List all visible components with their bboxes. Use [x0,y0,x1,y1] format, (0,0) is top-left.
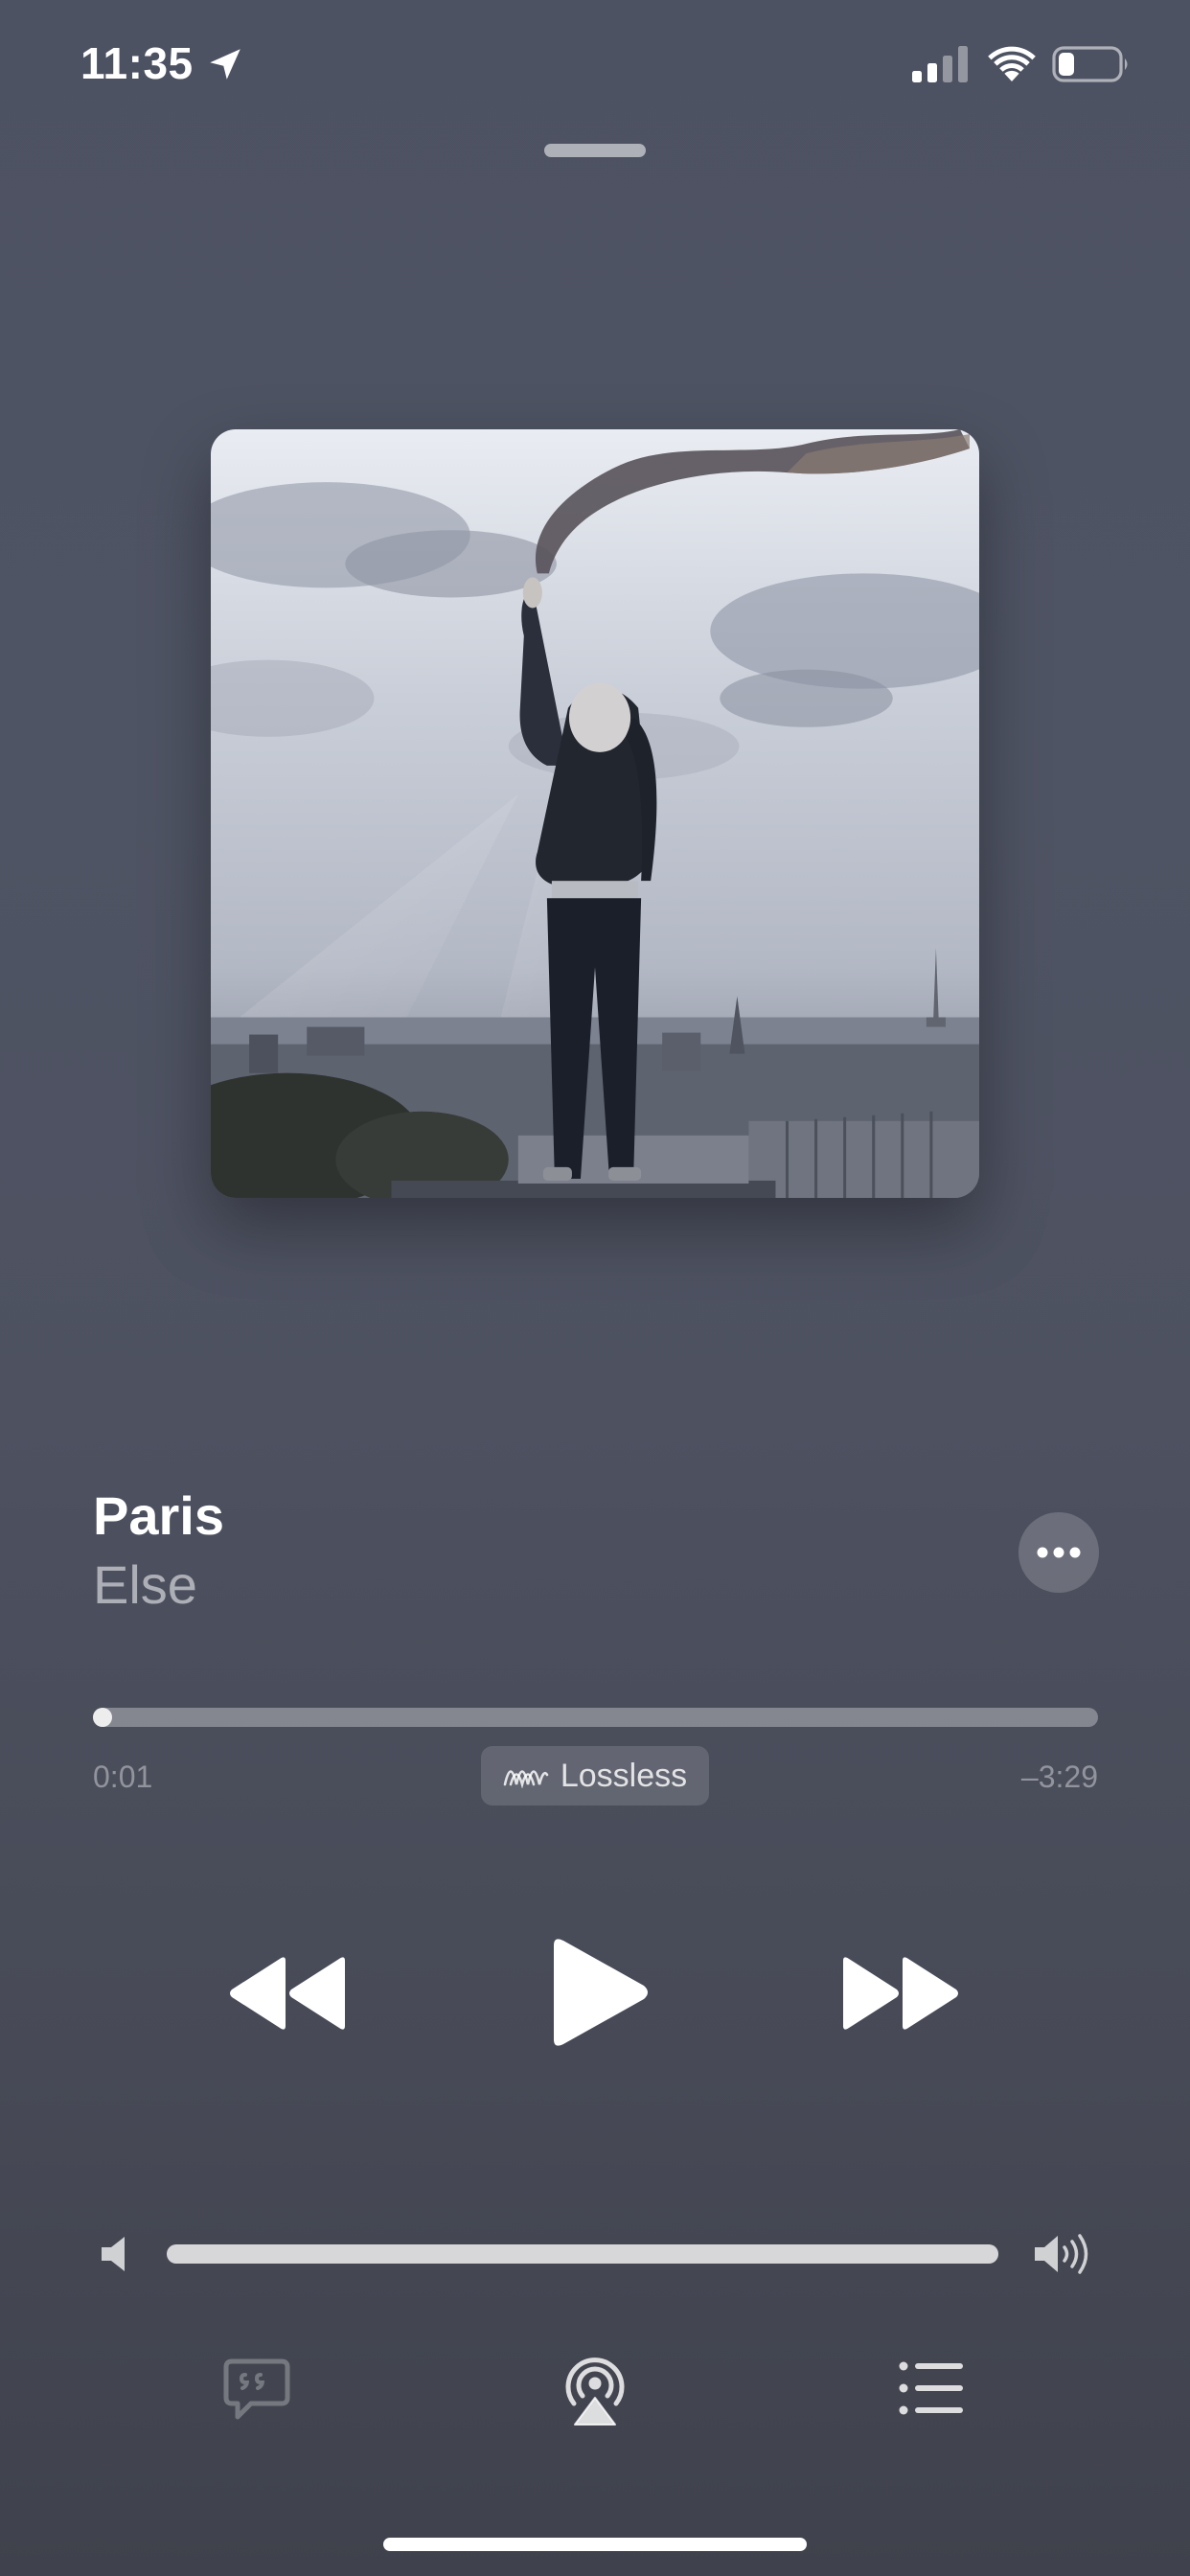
speaker-low-icon [102,2237,125,2271]
more-options-button[interactable] [1018,1512,1099,1593]
status-time: 11:35 [80,38,194,88]
track-artist[interactable]: Else [93,1552,197,1618]
playback-progress-fill [93,1708,112,1727]
play-icon [554,1939,648,2046]
sheet-grabber[interactable] [544,144,646,157]
speaker-high-icon [1035,2234,1088,2274]
wifi-icon [988,46,1036,81]
rewind-button[interactable] [226,1953,349,2034]
elapsed-time: 0:01 [93,1760,153,1794]
cellular-signal-icon [912,46,968,82]
airplay-icon[interactable] [561,2354,629,2426]
lossless-label: Lossless [560,1757,688,1794]
playback-scrubber[interactable] [93,1708,1098,1727]
rewind-icon [230,1957,345,2030]
ellipsis-icon [1037,1547,1081,1558]
queue-icon[interactable] [899,2361,964,2415]
location-arrow-icon [210,49,240,80]
fast-forward-icon [843,1957,958,2030]
volume-level-fill [167,2244,998,2264]
fast-forward-button[interactable] [839,1953,962,2034]
remaining-time: –3:29 [1020,1760,1098,1794]
lossless-badge[interactable]: Lossless [481,1746,709,1806]
battery-icon [1052,46,1128,82]
home-indicator[interactable] [383,2538,807,2551]
lossless-waveform-icon [503,1770,549,1788]
track-title[interactable]: Paris [93,1484,224,1549]
volume-slider[interactable] [167,2244,998,2264]
lyrics-icon[interactable] [222,2358,291,2421]
play-button[interactable] [546,1936,652,2049]
album-artwork [211,429,979,1198]
